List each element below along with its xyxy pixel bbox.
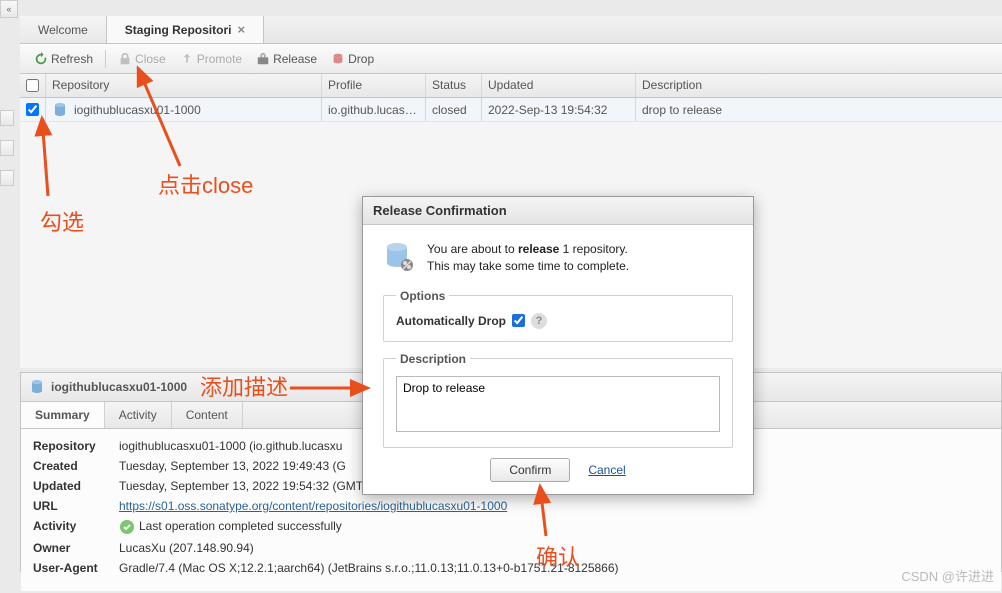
label-owner: Owner — [33, 541, 119, 555]
label-updated: Updated — [33, 479, 119, 493]
tab-activity[interactable]: Activity — [105, 402, 172, 428]
release-label: Release — [273, 52, 317, 66]
help-icon[interactable]: ? — [531, 313, 547, 329]
description-legend: Description — [396, 352, 470, 366]
tab-welcome-label: Welcome — [38, 23, 88, 37]
col-description[interactable]: Description — [636, 74, 1002, 97]
side-control-1[interactable] — [0, 110, 14, 126]
col-updated[interactable]: Updated — [482, 74, 636, 97]
row-status: closed — [432, 103, 467, 117]
toolbar: Refresh Close Promote Release Drop — [20, 44, 1002, 74]
dialog-title: Release Confirmation — [363, 197, 753, 225]
database-icon — [383, 241, 415, 273]
label-repository: Repository — [33, 439, 119, 453]
release-icon — [256, 52, 270, 66]
drop-icon — [331, 52, 345, 66]
tab-staging-label: Staging Repositori — [125, 23, 232, 37]
details-title-text: iogithublucasxu01-1000 — [51, 380, 187, 394]
description-input[interactable] — [396, 376, 720, 432]
col-profile[interactable]: Profile — [322, 74, 426, 97]
select-all-checkbox[interactable] — [26, 79, 39, 92]
refresh-label: Refresh — [51, 52, 93, 66]
promote-label: Promote — [197, 52, 242, 66]
label-activity: Activity — [33, 519, 119, 535]
cancel-button[interactable]: Cancel — [588, 463, 625, 477]
collapse-panel-button[interactable]: « — [0, 0, 18, 18]
close-icon[interactable]: × — [237, 22, 245, 37]
row-profile: io.github.lucas… — [328, 103, 417, 117]
refresh-button[interactable]: Refresh — [28, 49, 99, 69]
grid-header: Repository Profile Status Updated Descri… — [20, 74, 1002, 98]
table-row[interactable]: iogithublucasxu01-1000 io.github.lucas… … — [20, 98, 1002, 122]
tab-bar: Welcome Staging Repositori × — [20, 16, 1002, 44]
tab-summary[interactable]: Summary — [21, 402, 105, 428]
label-useragent: User-Agent — [33, 561, 119, 575]
repository-icon — [52, 102, 68, 118]
release-button[interactable]: Release — [250, 49, 323, 69]
val-repository: iogithublucasxu01-1000 (io.github.lucasx… — [119, 439, 342, 453]
promote-icon — [180, 52, 194, 66]
tab-welcome[interactable]: Welcome — [20, 16, 107, 43]
drop-label: Drop — [348, 52, 374, 66]
label-url: URL — [33, 499, 119, 513]
watermark: CSDN @许进进 — [901, 566, 994, 585]
row-desc: drop to release — [642, 103, 722, 117]
confirm-button[interactable]: Confirm — [490, 458, 570, 482]
options-legend: Options — [396, 289, 449, 303]
description-fieldset: Description — [383, 352, 733, 448]
row-checkbox[interactable] — [26, 103, 39, 116]
close-label: Close — [135, 52, 166, 66]
col-repository[interactable]: Repository — [46, 74, 322, 97]
col-status[interactable]: Status — [426, 74, 482, 97]
val-created: Tuesday, September 13, 2022 19:49:43 (G — [119, 459, 346, 473]
drop-button[interactable]: Drop — [325, 49, 380, 69]
release-confirmation-dialog: Release Confirmation You are about to re… — [362, 196, 754, 495]
val-activity: Last operation completed successfully — [119, 519, 342, 535]
auto-drop-checkbox[interactable] — [512, 314, 525, 327]
auto-drop-label: Automatically Drop — [396, 314, 506, 328]
val-useragent: Gradle/7.4 (Mac OS X;12.2.1;aarch64) (Je… — [119, 561, 619, 575]
row-repo: iogithublucasxu01-1000 — [74, 103, 201, 117]
val-updated: Tuesday, September 13, 2022 19:54:32 (GM… — [119, 479, 401, 493]
label-created: Created — [33, 459, 119, 473]
repository-icon — [29, 379, 45, 395]
close-button[interactable]: Close — [112, 49, 172, 69]
row-updated: 2022-Sep-13 19:54:32 — [488, 103, 607, 117]
options-fieldset: Options Automatically Drop ? — [383, 289, 733, 342]
val-url[interactable]: https://s01.oss.sonatype.org/content/rep… — [119, 499, 507, 513]
tab-staging[interactable]: Staging Repositori × — [107, 16, 264, 43]
tab-content[interactable]: Content — [172, 402, 243, 428]
success-icon — [119, 519, 135, 535]
lock-icon — [118, 52, 132, 66]
promote-button[interactable]: Promote — [174, 49, 248, 69]
side-control-3[interactable] — [0, 170, 14, 186]
val-owner: LucasXu (207.148.90.94) — [119, 541, 254, 555]
side-control-2[interactable] — [0, 140, 14, 156]
refresh-icon — [34, 52, 48, 66]
dialog-intro: You are about to release 1 repository. T… — [427, 241, 629, 275]
